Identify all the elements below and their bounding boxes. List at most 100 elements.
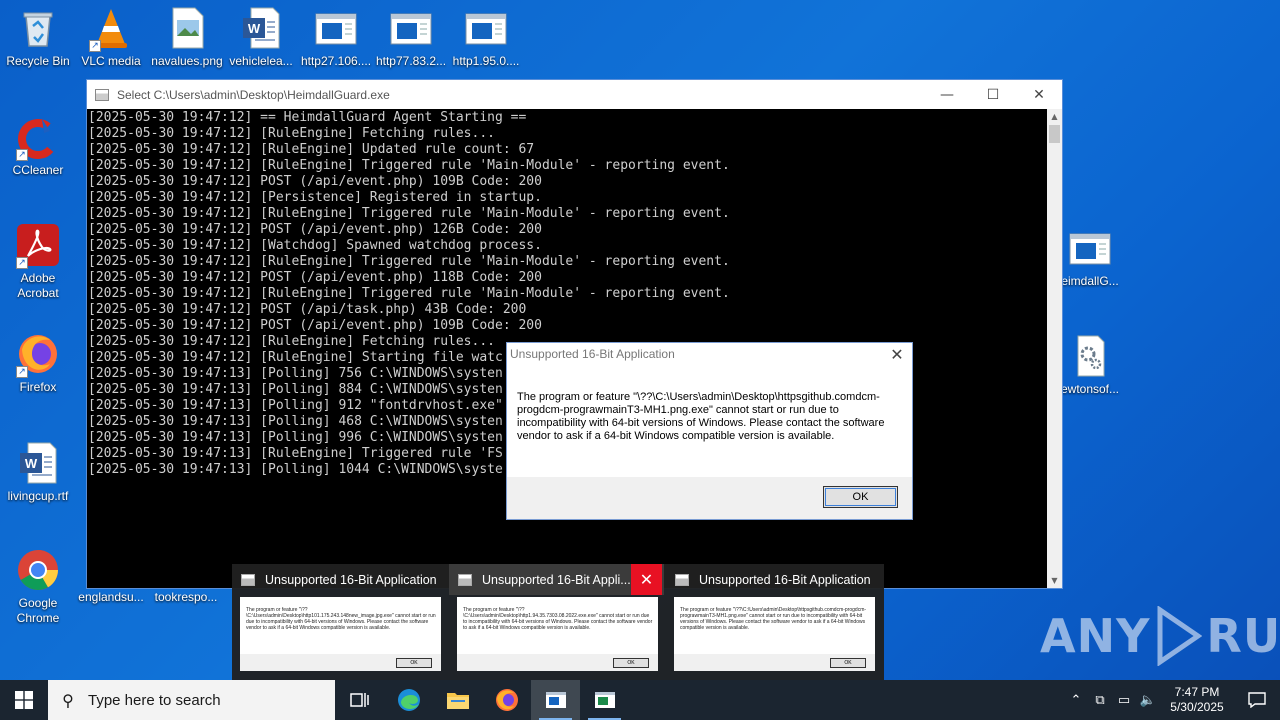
console-line: [2025-05-30 19:47:12] [RuleEngine] Trigg… (88, 206, 730, 221)
icon-label: vehiclelea... (229, 54, 293, 68)
clock-date: 5/30/2025 (1170, 700, 1224, 714)
notification-button[interactable] (1234, 692, 1280, 708)
scroll-up-arrow-icon[interactable]: ▲ (1047, 109, 1062, 124)
desktop: Recycle Bin ↗ VLC media navalues.png W v… (0, 0, 1280, 680)
console-line: [2025-05-30 19:47:12] POST (/api/task.ph… (88, 302, 527, 317)
desktop-icon-newtonsoft[interactable]: ewtonsof... (1052, 334, 1128, 397)
taskbar-firefox[interactable] (482, 680, 531, 720)
chevron-up-icon[interactable]: ⌃ (1064, 693, 1088, 708)
close-button[interactable]: ✕ (1016, 80, 1062, 109)
shortcut-arrow-icon: ↗ (16, 149, 28, 161)
console-line: [2025-05-30 19:47:12] POST (/api/event.p… (88, 318, 542, 333)
scroll-thumb[interactable] (1049, 125, 1060, 143)
icon-label: tookrespo... (154, 590, 218, 604)
scroll-down-arrow-icon[interactable]: ▼ (1047, 573, 1062, 588)
taskbar-dialog-group[interactable] (580, 680, 629, 720)
desktop-icon-http27[interactable]: http27.106.... (298, 6, 374, 69)
preview-ok-button: OK (613, 658, 649, 668)
preview-window-1[interactable]: Unsupported 16-Bit Application The progr… (232, 564, 447, 680)
unsupported-app-dialog[interactable]: Unsupported 16-Bit Application ✕ The pro… (506, 342, 913, 520)
desktop-icon-englandsu[interactable]: englandsu... (73, 590, 149, 605)
desktop-icon-google-chrome[interactable]: Google Chrome (0, 548, 76, 626)
icon-label: ewtonsof... (1060, 382, 1120, 396)
notification-icon (1248, 692, 1266, 708)
preview-window-2[interactable]: Unsupported 16-Bit Appli... ✕ The progra… (449, 564, 664, 680)
taskbar: ⚲ Type here to search ⌃ ⧉ ▭ 🔈 7:47 PM 5/… (0, 680, 1280, 720)
desktop-icon-recycle-bin[interactable]: Recycle Bin (0, 6, 76, 69)
clock[interactable]: 7:47 PM 5/30/2025 (1160, 685, 1234, 715)
shortcut-arrow-icon: ↗ (16, 257, 28, 269)
icon-label: http77.83.2... (375, 54, 447, 68)
desktop-icon-ccleaner[interactable]: ↗ CCleaner (0, 115, 76, 178)
preview-window-3[interactable]: Unsupported 16-Bit Application The progr… (666, 564, 881, 680)
window-icon (458, 573, 472, 586)
shortcut-arrow-icon: ↗ (89, 40, 101, 52)
icon-label: http27.106.... (300, 54, 372, 68)
chrome-icon (16, 548, 60, 592)
desktop-icon-http77[interactable]: http77.83.2... (373, 6, 449, 69)
preview-title: Unsupported 16-Bit Application (699, 572, 871, 587)
desktop-icon-navalues[interactable]: navalues.png (149, 6, 225, 69)
dialog-message: The program or feature "\??\C:\Users\adm… (517, 391, 885, 442)
desktop-icon-firefox[interactable]: ↗ Firefox (0, 332, 76, 395)
preview-thumbnail[interactable]: The program or feature "\??\C:\Users\adm… (240, 597, 441, 671)
taskbar-thumbnail-previews: Unsupported 16-Bit Application The progr… (232, 564, 884, 680)
icon-label: Firefox (19, 380, 57, 394)
preview-footer: OK (457, 654, 658, 671)
volume-icon[interactable]: 🔈 (1136, 693, 1160, 708)
clock-time: 7:47 PM (1174, 685, 1220, 699)
preview-thumbnail[interactable]: The program or feature "\??\C:\Users\adm… (457, 597, 658, 671)
console-titlebar[interactable]: Select C:\Users\admin\Desktop\HeimdallGu… (87, 80, 1062, 109)
word-document-icon: W (239, 6, 283, 50)
svg-text:W: W (248, 21, 261, 36)
dialog-title: Unsupported 16-Bit Application (510, 347, 675, 361)
console-line: [2025-05-30 19:47:12] POST (/api/event.p… (88, 222, 542, 237)
anyrun-watermark: ANY RUN (1040, 606, 1280, 666)
icon-label: navalues.png (151, 54, 223, 68)
desktop-icon-vlc[interactable]: ↗ VLC media (73, 6, 149, 69)
desktop-icon-adobe-acrobat[interactable]: ↗ Adobe Acrobat (0, 223, 76, 301)
dialog-titlebar[interactable]: Unsupported 16-Bit Application ✕ (507, 343, 912, 365)
taskbar-search-box[interactable]: ⚲ Type here to search (48, 680, 335, 720)
exe-window-icon (594, 692, 615, 708)
minimize-button[interactable]: — (924, 80, 970, 109)
desktop-icon-vehiclelea[interactable]: W vehiclelea... (223, 6, 299, 69)
task-view-button[interactable] (335, 680, 384, 720)
dialog-close-button[interactable]: ✕ (882, 345, 912, 364)
window-icon (241, 573, 255, 586)
desktop-icon-heimdallguard[interactable]: eimdallG... (1052, 226, 1128, 289)
preview-title: Unsupported 16-Bit Application (265, 572, 437, 587)
taskbar-edge[interactable] (384, 680, 433, 720)
preview-title: Unsupported 16-Bit Appli... (482, 572, 631, 587)
desktop-icon-tookrespo[interactable]: tookrespo... (148, 590, 224, 605)
ok-button[interactable]: OK (823, 486, 898, 508)
exe-window-icon (464, 6, 508, 50)
play-logo-icon (1157, 606, 1203, 666)
preview-ok-button: OK (396, 658, 432, 668)
vertical-scrollbar[interactable]: ▲ ▼ (1047, 109, 1062, 588)
desktop-icon-http1[interactable]: http1.95.0.... (448, 6, 524, 69)
icon-label: eimdallG... (1061, 274, 1119, 288)
start-button[interactable] (0, 680, 48, 720)
vlc-cone-icon: ↗ (89, 6, 133, 52)
icon-label: CCleaner (12, 163, 64, 177)
exe-window-icon (545, 692, 566, 708)
desktop-icon-livingcup[interactable]: W livingcup.rtf (0, 441, 76, 504)
shortcut-arrow-icon: ↗ (16, 366, 28, 378)
taskbar-file-explorer[interactable] (433, 680, 482, 720)
recycle-bin-icon (16, 6, 60, 50)
maximize-button[interactable]: ☐ (970, 80, 1016, 109)
config-file-icon (1068, 334, 1112, 378)
console-line: [2025-05-30 19:47:12] POST (/api/event.p… (88, 174, 542, 189)
device-icon[interactable]: ⧉ (1088, 693, 1112, 708)
preview-footer: OK (240, 654, 441, 671)
window-icon (675, 573, 689, 586)
task-view-icon (349, 693, 369, 707)
network-icon[interactable]: ▭ (1112, 693, 1136, 708)
taskbar-heimdallguard[interactable] (531, 680, 580, 720)
console-line: [2025-05-30 19:47:12] [RuleEngine] Fetch… (88, 126, 495, 141)
edge-icon (397, 689, 420, 711)
preview-thumbnail[interactable]: The program or feature "\??\C:\Users\adm… (674, 597, 875, 671)
icon-label: Recycle Bin (6, 54, 70, 68)
preview-close-button[interactable]: ✕ (631, 564, 662, 595)
